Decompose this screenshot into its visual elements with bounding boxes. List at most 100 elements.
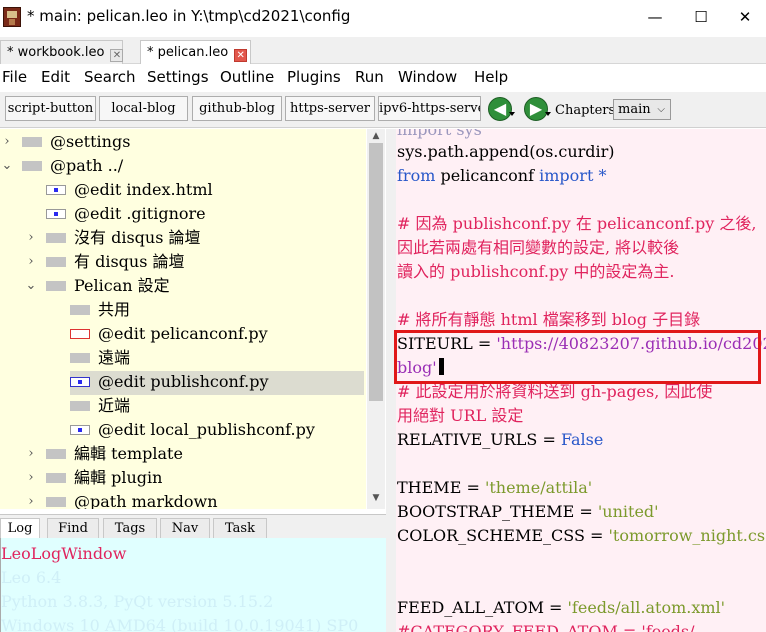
keyword-from: from — [397, 166, 436, 185]
collapsed-arrow-icon[interactable]: › — [24, 467, 38, 489]
node-label: @edit pelicanconf.py — [98, 324, 268, 343]
code-text: sys.path.append(os.curdir) — [397, 142, 615, 161]
node-icon — [22, 161, 42, 171]
outline-node[interactable]: › 編輯 template — [28, 443, 366, 467]
tab-nav[interactable]: Nav — [160, 518, 210, 539]
outline-node[interactable]: @edit .gitignore — [46, 203, 366, 227]
comment-line: 用絕對 URL 設定 — [397, 406, 524, 425]
outline-node[interactable]: 遠端 — [70, 347, 366, 371]
node-icon — [22, 137, 42, 147]
code-line: COLOR_SCHEME_CSS = 'tomorrow_night.css' — [397, 525, 766, 549]
node-label: 有 disqus 論壇 — [74, 252, 185, 271]
forward-dropdown-icon[interactable] — [545, 112, 551, 116]
log-pane[interactable]: LeoLogWindow Leo 6.4 Python 3.8.3, PyQt … — [0, 538, 386, 632]
scroll-up-icon[interactable]: ▲ — [367, 129, 385, 143]
outline-node[interactable]: › @path markdown — [28, 491, 366, 509]
node-label: @path markdown — [74, 492, 218, 509]
local-blog-button[interactable]: local-blog — [99, 96, 188, 121]
menu-bar: File Edit Search Settings Outline Plugin… — [0, 65, 766, 90]
code-text: BOOTSTRAP_THEME = — [397, 502, 598, 521]
node-icon — [70, 377, 90, 387]
keyword-import: import — [539, 166, 594, 185]
menu-edit[interactable]: Edit — [41, 68, 70, 86]
outline-node[interactable]: 近端 — [70, 395, 366, 419]
leo-app-icon — [3, 7, 21, 27]
outline-pane[interactable]: › @settings ⌄ @path ../ @edit index.html… — [0, 129, 366, 509]
node-label: @edit .gitignore — [74, 204, 206, 223]
outline-node[interactable]: @edit index.html — [46, 179, 366, 203]
scroll-down-icon[interactable]: ▼ — [367, 491, 385, 505]
code-text: RELATIVE_URLS = — [397, 430, 561, 449]
code-line: RELATIVE_URLS = False — [397, 429, 603, 453]
title-bar: * main: pelican.leo in Y:\tmp\cd2021\con… — [0, 0, 766, 36]
code-line: THEME = 'theme/attila' — [397, 477, 592, 501]
outline-node[interactable]: 共用 — [70, 299, 366, 323]
comment-line: # 此設定用於將資料送到 gh-pages, 因此使 — [397, 382, 713, 401]
string-value: 'feeds/all.atom.xml' — [567, 598, 726, 617]
close-window-button[interactable]: ✕ — [722, 0, 766, 34]
tab-task[interactable]: Task — [213, 518, 267, 539]
menu-search[interactable]: Search — [84, 68, 136, 86]
node-icon — [46, 233, 66, 243]
outline-node-selected[interactable]: @edit publishconf.py — [70, 371, 364, 395]
script-button[interactable]: script-button — [5, 96, 96, 121]
outline-node[interactable]: › 編輯 plugin — [28, 467, 366, 491]
tab-workbook[interactable]: * workbook.leo ✕ — [0, 40, 124, 64]
tab-pelican[interactable]: * pelican.leo ✕ — [140, 40, 251, 64]
github-blog-button[interactable]: github-blog — [192, 96, 282, 121]
menu-file[interactable]: File — [2, 68, 27, 86]
menu-outline[interactable]: Outline — [220, 68, 274, 86]
ipv6-https-server-button[interactable]: ipv6-https-server — [378, 96, 481, 121]
outline-node[interactable]: › 有 disqus 論壇 — [28, 251, 366, 275]
keyword-false: False — [560, 430, 604, 449]
forward-button[interactable]: ▶ — [524, 97, 548, 121]
outline-node[interactable]: @edit pelicanconf.py — [70, 323, 366, 347]
outline-node[interactable]: ⌄ Pelican 設定 — [26, 275, 366, 299]
maximize-button[interactable]: ☐ — [678, 0, 724, 34]
menu-window[interactable]: Window — [398, 68, 457, 86]
node-label: @edit publishconf.py — [98, 372, 269, 391]
code-line: #CATEGORY_FEED_ATOM = 'feeds/ — [397, 621, 695, 632]
tab-log[interactable]: Log — [0, 518, 40, 539]
back-arrow-icon: ◀ — [493, 99, 507, 118]
expanded-arrow-icon[interactable]: ⌄ — [24, 275, 38, 297]
node-icon — [70, 305, 90, 315]
collapsed-arrow-icon[interactable]: › — [24, 491, 38, 509]
back-dropdown-icon[interactable] — [509, 112, 515, 116]
collapsed-arrow-icon[interactable]: › — [24, 227, 38, 249]
log-line: Leo 6.4 — [1, 568, 62, 587]
outline-scroll-thumb[interactable] — [369, 143, 383, 401]
tab-tags[interactable]: Tags — [103, 518, 157, 539]
outline-node[interactable]: ⌄ @path ../ — [2, 155, 366, 179]
expanded-arrow-icon[interactable]: ⌄ — [0, 155, 14, 177]
menu-plugins[interactable]: Plugins — [287, 68, 341, 86]
code-text: import sys — [397, 129, 482, 139]
collapsed-arrow-icon[interactable]: › — [24, 251, 38, 273]
node-label: Pelican 設定 — [74, 276, 170, 295]
menu-help[interactable]: Help — [474, 68, 508, 86]
comment-line: # 因為 publishconf.py 在 pelicanconf.py 之後, — [397, 214, 757, 233]
chevron-down-icon: ⌵ — [657, 104, 665, 115]
document-tab-bar: * workbook.leo ✕ * pelican.leo ✕ — [0, 37, 766, 64]
menu-run[interactable]: Run — [355, 68, 384, 86]
outline-node[interactable]: @edit local_publishconf.py — [70, 419, 366, 443]
close-tab-icon[interactable]: ✕ — [110, 49, 124, 62]
close-tab-icon[interactable]: ✕ — [234, 49, 248, 62]
back-button[interactable]: ◀ — [488, 97, 512, 121]
tab-find[interactable]: Find — [47, 518, 99, 539]
outline-node[interactable]: › 沒有 disqus 論壇 — [28, 227, 366, 251]
collapsed-arrow-icon[interactable]: › — [0, 131, 14, 153]
https-server-button[interactable]: https-server — [285, 96, 375, 121]
code-text: pelicanconf — [435, 166, 540, 185]
outline-node[interactable]: › @settings — [4, 131, 366, 155]
chapters-value: main — [618, 102, 651, 117]
forward-arrow-icon: ▶ — [529, 99, 543, 118]
minimize-button[interactable]: — — [632, 0, 678, 34]
chapters-label: Chapters: — [555, 103, 620, 118]
node-icon — [70, 425, 90, 435]
node-icon — [46, 449, 66, 459]
code-text: THEME = — [397, 478, 485, 497]
menu-settings[interactable]: Settings — [147, 68, 209, 86]
chapters-select[interactable]: main ⌵ — [613, 99, 671, 120]
collapsed-arrow-icon[interactable]: › — [24, 443, 38, 465]
